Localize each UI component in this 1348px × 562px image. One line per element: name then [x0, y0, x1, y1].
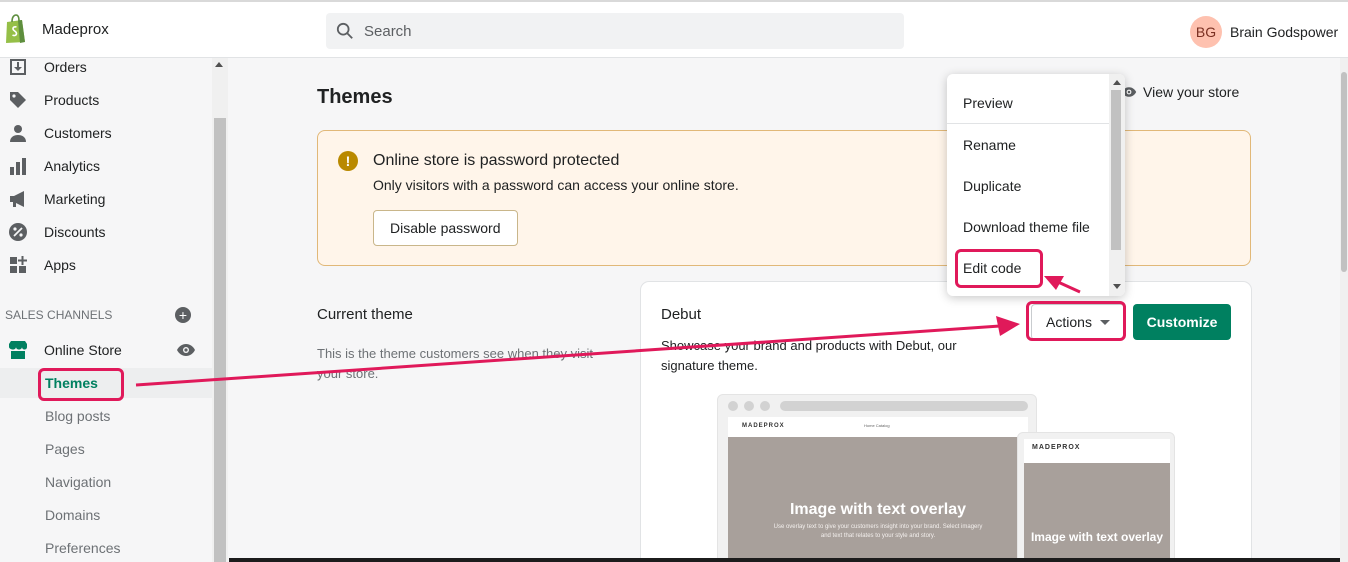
menu-item-preview[interactable]: Preview — [947, 84, 1109, 122]
top-bar: Madeprox BG Brain Godspower — [0, 0, 1348, 58]
menu-item-download-theme[interactable]: Download theme file — [947, 208, 1109, 246]
sales-channels-label: SALES CHANNELS — [5, 308, 113, 322]
sidebar-item-orders[interactable]: Orders — [0, 51, 212, 83]
bar-chart-icon — [10, 158, 26, 175]
preview-hero-title: Image with text overlay — [1030, 530, 1164, 544]
scroll-up-arrow-icon[interactable] — [215, 62, 223, 67]
sidebar-item-label: Online Store — [44, 342, 122, 358]
sidebar-item-discounts[interactable]: Discounts — [0, 216, 212, 248]
preview-hero-subtitle: Use overlay text to give your customers … — [773, 524, 983, 539]
view-store-link[interactable]: View your store — [1121, 84, 1239, 100]
search-bar[interactable] — [326, 13, 904, 49]
sidebar-item-analytics[interactable]: Analytics — [0, 150, 212, 182]
sidebar-item-label: Customers — [44, 125, 112, 141]
eye-icon[interactable] — [176, 340, 196, 360]
page-title: Themes — [317, 86, 393, 108]
orders-icon — [10, 59, 26, 75]
scroll-down-arrow-icon[interactable] — [1113, 284, 1121, 289]
sidebar-item-online-store[interactable]: Online Store — [0, 334, 196, 366]
store-icon — [9, 341, 27, 359]
annotation-highlight-themes — [38, 368, 124, 401]
sidebar-sub-pages[interactable]: Pages — [0, 434, 212, 464]
mobile-preview-screen: MADEPROX Image with text overlay — [1024, 439, 1170, 562]
menu-item-rename[interactable]: Rename — [947, 126, 1109, 164]
sidebar-item-label: Apps — [44, 257, 76, 273]
user-menu[interactable]: BG Brain Godspower — [1190, 16, 1338, 48]
sidebar: Orders Products Customers Analytics Mark… — [0, 58, 228, 562]
current-theme-description: This is the theme customers see when the… — [317, 346, 594, 381]
search-input[interactable] — [364, 22, 864, 40]
scroll-up-arrow-icon[interactable] — [1113, 80, 1121, 85]
store-brand[interactable]: Madeprox — [4, 14, 109, 44]
page-scroll-thumb[interactable] — [1341, 72, 1347, 272]
sales-channels-header: SALES CHANNELS + — [5, 307, 191, 323]
sidebar-sub-navigation[interactable]: Navigation — [0, 467, 212, 497]
avatar: BG — [1190, 16, 1222, 48]
theme-name: Debut — [661, 306, 702, 323]
address-bar — [780, 401, 1028, 411]
view-store-label: View your store — [1143, 84, 1240, 100]
customize-button[interactable]: Customize — [1133, 304, 1231, 340]
theme-card: Debut Showcase your brand and products w… — [641, 282, 1251, 562]
desktop-theme-preview: MADEPROX Home Catalog Image with text ov… — [717, 394, 1037, 562]
sidebar-item-label: Products — [44, 92, 100, 108]
annotation-highlight-edit-code — [955, 249, 1043, 288]
person-icon — [10, 125, 26, 142]
window-bottom-edge — [229, 558, 1340, 562]
sidebar-item-label: Marketing — [44, 191, 106, 207]
preview-hero-image: Image with text overlay Use overlay text… — [728, 437, 1028, 562]
sidebar-item-label: Discounts — [44, 224, 106, 240]
apps-icon — [10, 256, 27, 273]
current-theme-heading: Current theme — [317, 306, 413, 323]
sidebar-item-customers[interactable]: Customers — [0, 117, 212, 149]
main-content: Themes View your store ! Online store is… — [229, 58, 1340, 562]
sidebar-item-products[interactable]: Products — [0, 84, 212, 116]
sidebar-sub-blog-posts[interactable]: Blog posts — [0, 401, 212, 431]
window-dot — [760, 401, 770, 411]
banner-text: Only visitors with a password can access… — [373, 177, 739, 193]
sidebar-sub-domains[interactable]: Domains — [0, 500, 212, 530]
sidebar-sub-preferences[interactable]: Preferences — [0, 533, 212, 562]
sidebar-item-label: Orders — [44, 59, 87, 75]
shopify-bag-icon — [6, 14, 25, 43]
sidebar-item-apps[interactable]: Apps — [0, 249, 212, 281]
theme-description: Showcase your brand and products with De… — [661, 338, 957, 373]
preview-store-name: MADEPROX — [1032, 444, 1081, 451]
tag-icon — [10, 92, 26, 108]
user-name: Brain Godspower — [1230, 24, 1339, 40]
preview-hero-image: Image with text overlay — [1024, 463, 1170, 562]
sidebar-scroll-thumb[interactable] — [214, 118, 226, 562]
discount-icon — [9, 223, 27, 241]
window-dot — [728, 401, 738, 411]
mobile-theme-preview: MADEPROX Image with text overlay — [1017, 432, 1175, 562]
store-name: Madeprox — [42, 20, 109, 38]
sidebar-item-label: Analytics — [44, 158, 101, 174]
preview-hero-title: Image with text overlay — [789, 501, 967, 518]
add-channel-icon[interactable]: + — [175, 307, 191, 323]
desktop-preview-screen: MADEPROX Home Catalog Image with text ov… — [728, 417, 1028, 562]
menu-divider — [947, 123, 1109, 124]
preview-nav-links: Home Catalog — [864, 423, 890, 428]
menu-item-duplicate[interactable]: Duplicate — [947, 167, 1109, 205]
menu-scroll-thumb[interactable] — [1111, 90, 1121, 250]
search-icon — [336, 22, 353, 39]
banner-title: Online store is password protected — [373, 152, 620, 169]
megaphone-icon — [10, 191, 24, 207]
window-dot — [744, 401, 754, 411]
disable-password-button[interactable]: Disable password — [373, 210, 518, 246]
warning-icon: ! — [338, 151, 358, 171]
annotation-highlight-actions — [1026, 301, 1126, 341]
sidebar-item-marketing[interactable]: Marketing — [0, 183, 212, 215]
